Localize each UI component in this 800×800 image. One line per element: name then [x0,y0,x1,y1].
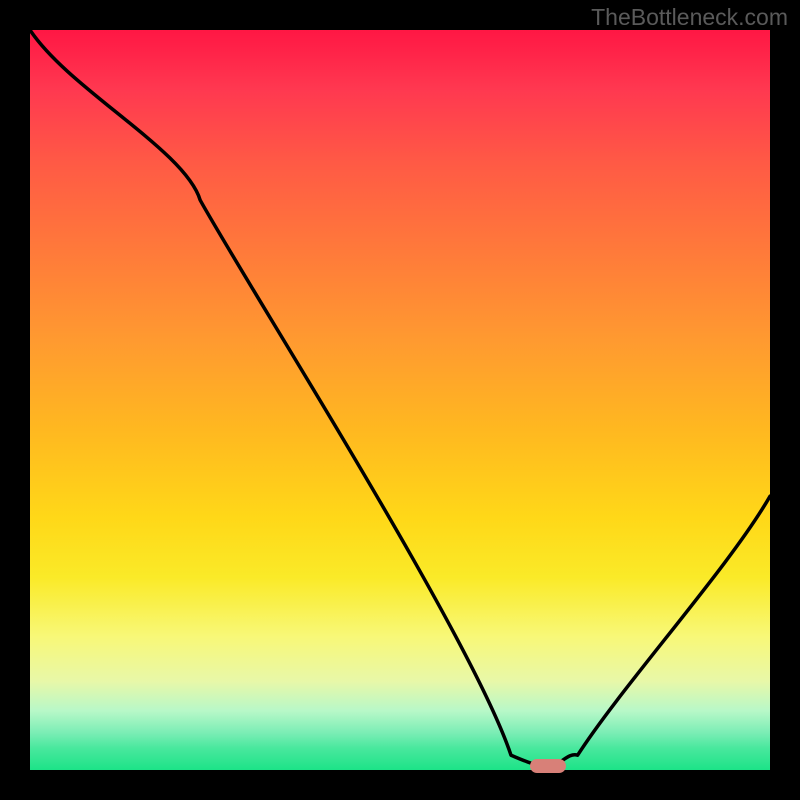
bottleneck-curve [30,30,770,770]
optimal-point-marker [530,759,566,773]
chart-plot-area [30,30,770,770]
watermark-text: TheBottleneck.com [591,4,788,31]
